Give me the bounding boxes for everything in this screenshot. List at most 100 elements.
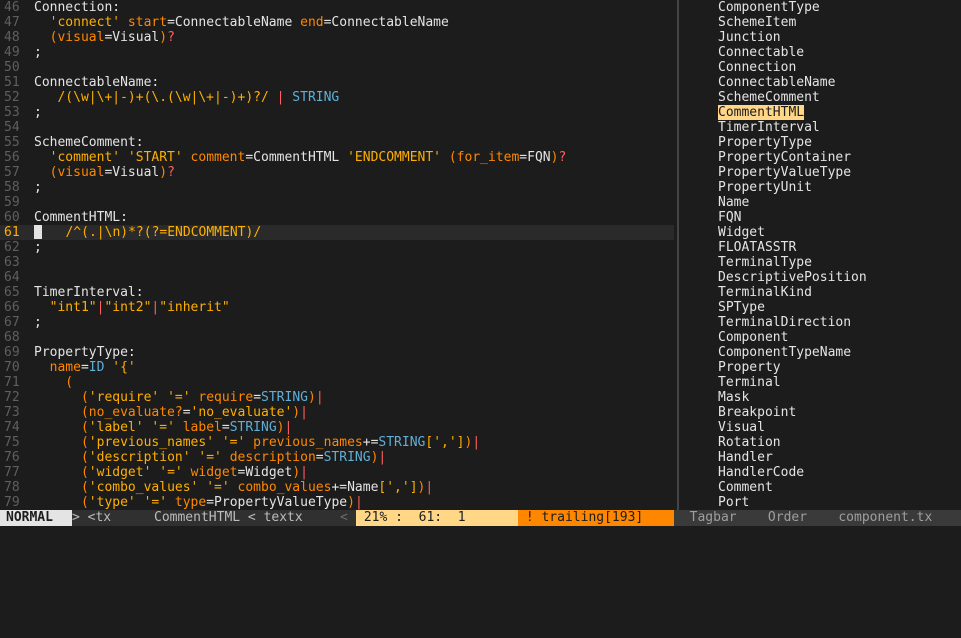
current-code-line[interactable]: 61 /^(.|\n)*?(?=ENDCOMMENT)/	[0, 225, 674, 240]
code-line[interactable]: 75 ('previous_names' '=' previous_names+…	[0, 435, 674, 450]
code-line[interactable]: 79 ('type' '=' type=PropertyValueType)|	[0, 495, 674, 510]
tagbar-item[interactable]: CommentHTML	[718, 105, 805, 120]
code-line[interactable]: 47 'connect' start=ConnectableName end=C…	[0, 15, 674, 30]
line-number: 67	[4, 315, 20, 330]
tagbar-item[interactable]: Breakpoint	[718, 405, 796, 420]
code-text: ('type' '=' type=PropertyValueType)|	[34, 495, 363, 510]
vertical-split[interactable]	[674, 0, 682, 510]
code-line[interactable]: 57 (visual=Visual)?	[0, 165, 674, 180]
tagbar-item[interactable]: ConnectableName	[718, 75, 835, 90]
tagbar-item[interactable]: Connection	[718, 60, 796, 75]
tagbar-item[interactable]: FLOATASSTR	[718, 240, 796, 255]
code-text: 'comment' 'START' comment=CommentHTML 'E…	[34, 150, 567, 165]
editor-pane[interactable]: 46 Connection: 47 'connect' start=Connecta…	[0, 0, 674, 510]
code-line[interactable]: 60 CommentHTML:	[0, 210, 674, 225]
code-line[interactable]: 76 ('description' '=' description=STRING…	[0, 450, 674, 465]
tagbar-pane[interactable]: ComponentType SchemeItem Junction Connectab…	[682, 0, 961, 510]
code-line[interactable]: 58;	[0, 180, 674, 195]
tagbar-item[interactable]: ComponentType	[718, 0, 820, 15]
code-line[interactable]: 50	[0, 60, 674, 75]
line-number: 72	[4, 390, 20, 405]
tagbar-item[interactable]: Port	[718, 495, 749, 510]
status-line: NORMAL > <tx CommentHTML < textx < 21% :…	[0, 510, 961, 526]
tagbar-item[interactable]: SchemeComment	[718, 90, 820, 105]
code-line[interactable]: 52 /(\w|\+|-)+(\.(\w|\+|-)+)?/ | STRING	[0, 90, 674, 105]
code-line[interactable]: 73 (no_evaluate?='no_evaluate')|	[0, 405, 674, 420]
code-line[interactable]: 62;	[0, 240, 674, 255]
code-token: |	[284, 420, 293, 435]
code-line[interactable]: 72 ('require' '=' require=STRING)|	[0, 390, 674, 405]
code-line[interactable]: 54	[0, 120, 674, 135]
code-line[interactable]: 70 name=ID '{'	[0, 360, 674, 375]
tagbar-item[interactable]: DescriptivePosition	[718, 270, 867, 285]
code-line[interactable]: 66 "int1"|"int2"|"inherit"	[0, 300, 674, 315]
code-token: /(\w|\+|-)+(\.(\w|\+|-)+)?/	[34, 90, 269, 105]
code-line[interactable]: 74 ('label' '=' label=STRING)|	[0, 420, 674, 435]
line-number: 54	[4, 120, 20, 135]
tagbar-item[interactable]: Mask	[718, 390, 749, 405]
tagbar-item[interactable]: PropertyValueType	[718, 165, 851, 180]
code-line[interactable]: 69 PropertyType:	[0, 345, 674, 360]
tagbar-item[interactable]: PropertyContainer	[718, 150, 851, 165]
tagbar-item[interactable]: Connectable	[718, 45, 804, 60]
tagbar-item[interactable]: Comment	[718, 480, 773, 495]
code-line[interactable]: 46 Connection:	[0, 0, 674, 15]
line-number: 51	[4, 75, 20, 90]
code-line[interactable]: 65 TimerInterval:	[0, 285, 674, 300]
code-token: |	[425, 480, 434, 495]
code-token: 'connect'	[34, 15, 121, 30]
code-text: name=ID '{'	[34, 360, 136, 375]
tagbar-item[interactable]: HandlerCode	[718, 465, 804, 480]
code-line[interactable]: 49;	[0, 45, 674, 60]
filetype-indicator: > <tx	[72, 510, 154, 526]
tagbar-item[interactable]: TerminalDirection	[718, 315, 851, 330]
tagbar-item[interactable]: Visual	[718, 420, 765, 435]
tagbar-item[interactable]: Junction	[718, 30, 781, 45]
code-token: ;	[34, 315, 42, 330]
code-text: SchemeComment:	[34, 135, 144, 150]
code-token: ConnectableName:	[34, 75, 160, 90]
tagbar-item[interactable]: TerminalType	[718, 255, 812, 270]
tagbar-item[interactable]: ComponentTypeName	[718, 345, 851, 360]
tagbar-item[interactable]: Handler	[718, 450, 773, 465]
code-token: =CommentHTML	[245, 150, 348, 165]
tagbar-item[interactable]: PropertyUnit	[718, 180, 812, 195]
code-line[interactable]: 48 (visual=Visual)?	[0, 30, 674, 45]
tagbar-item[interactable]: TerminalKind	[718, 285, 812, 300]
code-token: '='	[159, 465, 183, 480]
code-token: +=	[362, 435, 379, 450]
code-token: end	[300, 15, 324, 30]
code-line[interactable]: 78 ('combo_values' '=' combo_values+=Nam…	[0, 480, 674, 495]
tagbar-item[interactable]: FQN	[718, 210, 741, 225]
tagbar-item[interactable]: Property	[718, 360, 781, 375]
code-line[interactable]: 63	[0, 255, 674, 270]
tagbar-item[interactable]: Terminal	[718, 375, 781, 390]
tagbar-item[interactable]: TimerInterval	[718, 120, 820, 135]
tagbar-item[interactable]: SchemeItem	[718, 15, 796, 30]
code-line[interactable]: 56 'comment' 'START' comment=CommentHTML…	[0, 150, 674, 165]
code-token: 'comment' 'START'	[34, 150, 183, 165]
tagbar-item[interactable]: Name	[718, 195, 749, 210]
code-text: ('label' '=' label=STRING)|	[34, 420, 292, 435]
code-token: 'description'	[88, 450, 191, 465]
tagbar-item[interactable]: SPType	[718, 300, 765, 315]
code-line[interactable]: 67;	[0, 315, 674, 330]
tagbar-item[interactable]: Widget	[718, 225, 765, 240]
tagbar-item[interactable]: Component	[718, 330, 788, 345]
code-token: ;	[34, 180, 42, 195]
code-line[interactable]: 68	[0, 330, 674, 345]
code-line[interactable]: 64	[0, 270, 674, 285]
code-line[interactable]: 53;	[0, 105, 674, 120]
code-line[interactable]: 59	[0, 195, 674, 210]
tagbar-item[interactable]: PropertyType	[718, 135, 812, 150]
code-line[interactable]: 51 ConnectableName:	[0, 75, 674, 90]
code-line[interactable]: 55 SchemeComment:	[0, 135, 674, 150]
code-line[interactable]: 71 (	[0, 375, 674, 390]
tagbar-item[interactable]: Rotation	[718, 435, 781, 450]
code-line[interactable]: 77 ('widget' '=' widget=Widget)|	[0, 465, 674, 480]
